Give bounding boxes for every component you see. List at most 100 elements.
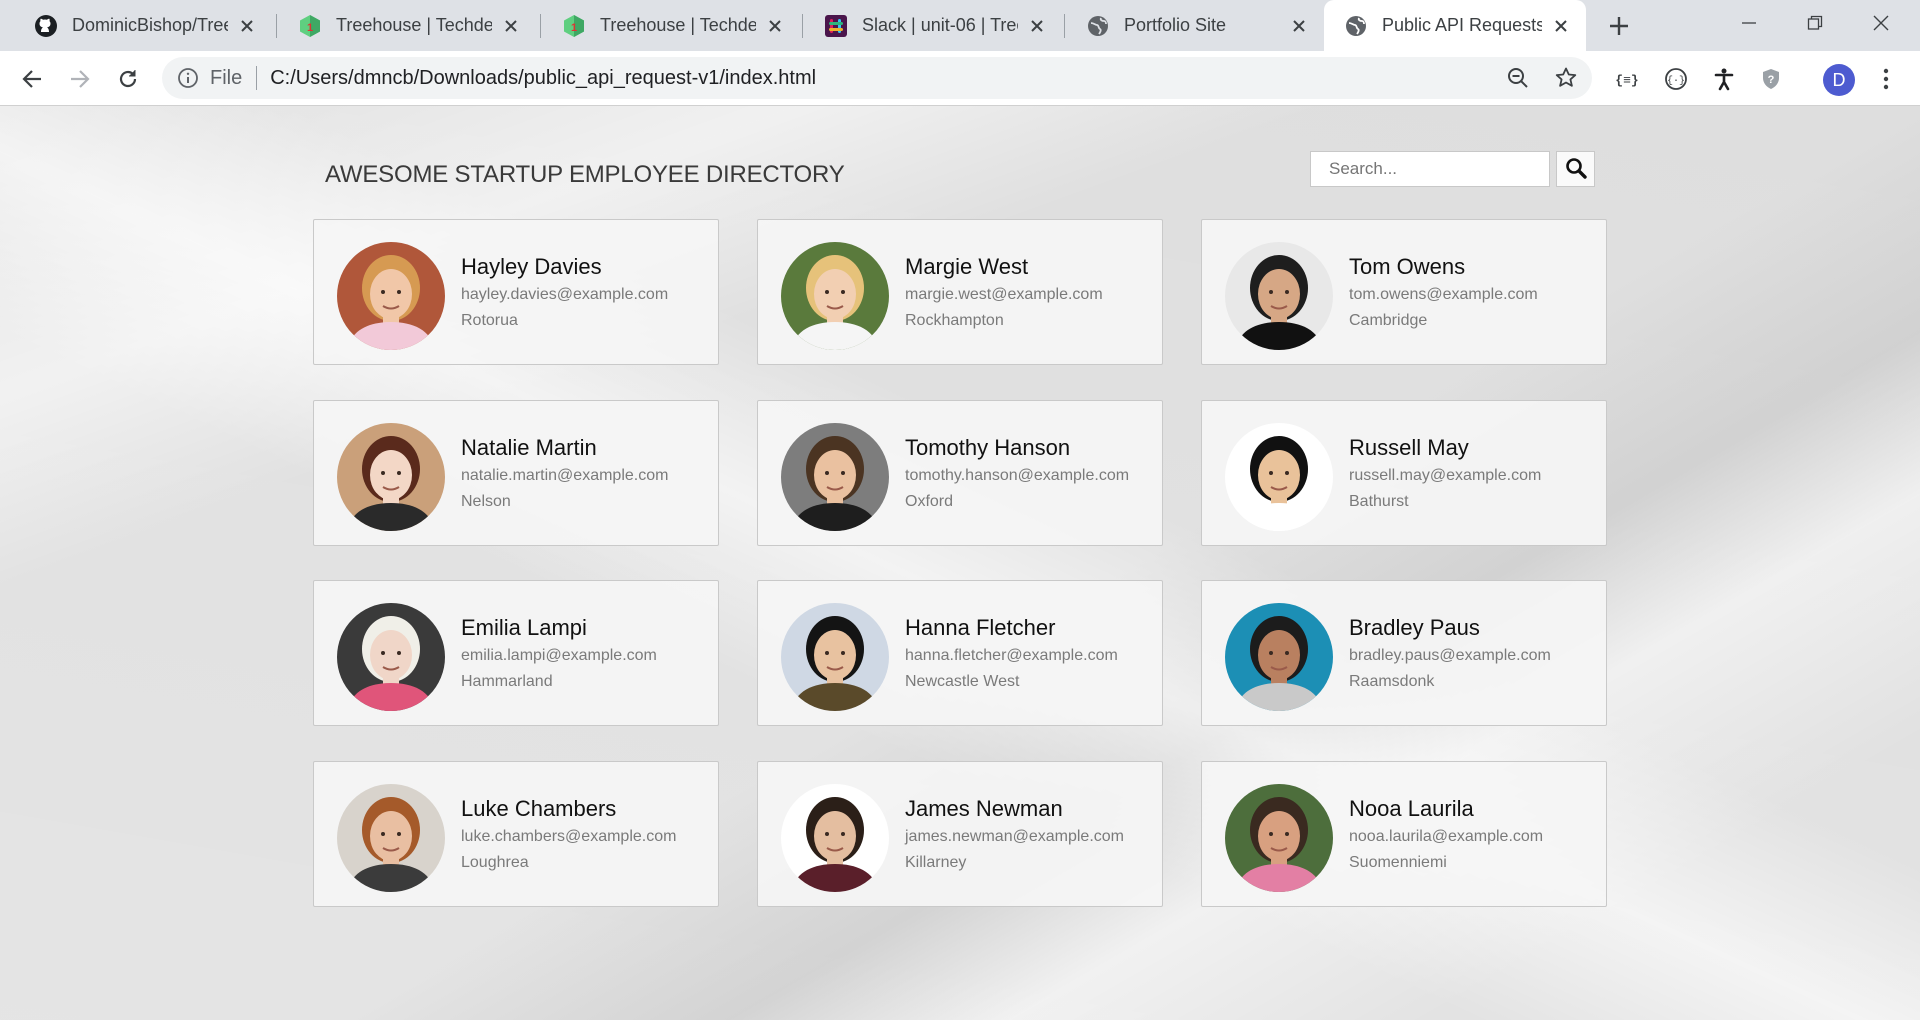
bookmark-star-icon[interactable]: [1549, 61, 1583, 95]
svg-text:?: ?: [1768, 74, 1775, 86]
devtools-extension-icon[interactable]: {·}: [1659, 62, 1693, 96]
tab-portfolio[interactable]: Portfolio Site: [1066, 0, 1324, 51]
employee-card[interactable]: Bradley Paus bradley.paus@example.com Raam…: [1201, 580, 1607, 726]
employee-name: Emilia Lampi: [461, 615, 587, 640]
employee-card[interactable]: Tom Owens tom.owens@example.com Cambridge: [1201, 219, 1607, 365]
close-window-button[interactable]: [1848, 0, 1914, 46]
zoom-out-icon[interactable]: [1501, 61, 1535, 95]
employee-email: hayley.davies@example.com: [461, 286, 669, 303]
employee-email: james.newman@example.com: [905, 828, 1124, 845]
json-viewer-extension-icon[interactable]: {≡}: [1610, 62, 1644, 96]
employee-city: Oxford: [905, 493, 954, 510]
tab-public-api[interactable]: Public API Requests: [1324, 0, 1586, 51]
employee-city: Nelson: [461, 493, 511, 510]
tab-slack[interactable]: Slack | unit-06 | Treehouse: [804, 0, 1062, 51]
tab-github[interactable]: DominicBishop/Treehouse: [14, 0, 272, 51]
github-icon: [34, 14, 58, 38]
tab-treehouse-1[interactable]: 1 Treehouse | Techdegree: [278, 0, 536, 51]
employee-name: Russell May: [1349, 435, 1469, 460]
employee-name: Hanna Fletcher: [905, 615, 1056, 640]
employee-card[interactable]: Tomothy Hanson tomothy.hanson@example.com…: [757, 400, 1163, 546]
restore-button[interactable]: [1782, 0, 1848, 46]
back-button[interactable]: [15, 62, 49, 96]
globe-icon: [1344, 14, 1368, 38]
close-tab-icon[interactable]: [236, 15, 258, 37]
employee-city: Bathurst: [1349, 493, 1409, 510]
employee-name: Tom Owens: [1349, 254, 1466, 279]
employee-city: Raamsdonk: [1349, 673, 1435, 690]
search-input[interactable]: [1310, 151, 1550, 187]
browser-toolbar: File C:/Users/dmncb/Downloads/public_api…: [0, 51, 1920, 106]
svg-text:{≡}: {≡}: [1615, 73, 1638, 88]
forward-button[interactable]: [63, 62, 97, 96]
close-tab-icon[interactable]: [764, 15, 786, 37]
tab-title: Slack | unit-06 | Treehouse: [862, 15, 1018, 35]
shield-extension-icon[interactable]: ?: [1754, 62, 1788, 96]
accessibility-extension-icon[interactable]: [1707, 62, 1741, 96]
url-text[interactable]: C:/Users/dmncb/Downloads/public_api_requ…: [270, 67, 816, 90]
employee-name: Natalie Martin: [461, 435, 597, 460]
minimize-button[interactable]: [1716, 0, 1782, 46]
employee-email: natalie.martin@example.com: [461, 467, 669, 484]
tab-title: Treehouse | Techdegree: [600, 15, 756, 35]
globe-icon: [1086, 14, 1110, 38]
employee-avatar: [781, 603, 889, 711]
employee-name: Luke Chambers: [461, 796, 617, 821]
employee-card[interactable]: Natalie Martin natalie.martin@example.com…: [313, 400, 719, 546]
employee-gallery: Hayley Davies hayley.davies@example.com Ro…: [313, 219, 1608, 1019]
employee-city: Hammarland: [461, 673, 553, 690]
employee-card[interactable]: Russell May russell.may@example.com Bathur…: [1201, 400, 1607, 546]
page-viewport: AWESOME STARTUP EMPLOYEE DIRECTORY Hayle…: [0, 106, 1920, 1020]
employee-card[interactable]: James Newman james.newman@example.com Kill…: [757, 761, 1163, 907]
employee-avatar: [781, 423, 889, 531]
close-tab-icon[interactable]: [1288, 15, 1310, 37]
svg-text:1: 1: [307, 22, 313, 34]
info-icon[interactable]: [176, 66, 200, 90]
tab-treehouse-2[interactable]: 1 Treehouse | Techdegree: [542, 0, 800, 51]
employee-name: James Newman: [905, 796, 1063, 821]
employee-avatar: [337, 423, 445, 531]
search-button[interactable]: [1556, 151, 1595, 187]
tab-title: Public API Requests: [1382, 15, 1542, 35]
employee-email: margie.west@example.com: [905, 286, 1103, 303]
menu-kebab-icon[interactable]: [1869, 62, 1903, 96]
employee-email: nooa.laurila@example.com: [1349, 828, 1544, 845]
employee-card[interactable]: Emilia Lampi emilia.lampi@example.com Hamm…: [313, 580, 719, 726]
employee-email: tom.owens@example.com: [1349, 286, 1538, 303]
employee-city: Newcastle West: [905, 673, 1020, 690]
employee-email: tomothy.hanson@example.com: [905, 467, 1130, 484]
employee-card[interactable]: Margie West margie.west@example.com Rockha…: [757, 219, 1163, 365]
close-tab-icon[interactable]: [1026, 15, 1048, 37]
employee-card[interactable]: Hanna Fletcher hanna.fletcher@example.com…: [757, 580, 1163, 726]
employee-card[interactable]: Nooa Laurila nooa.laurila@example.com Suom…: [1201, 761, 1607, 907]
employee-avatar: [1225, 242, 1333, 350]
employee-city: Cambridge: [1349, 312, 1428, 329]
employee-city: Rotorua: [461, 312, 518, 329]
new-tab-button[interactable]: [1602, 9, 1636, 43]
employee-avatar: [1225, 784, 1333, 892]
employee-email: luke.chambers@example.com: [461, 828, 677, 845]
address-bar[interactable]: File C:/Users/dmncb/Downloads/public_api…: [162, 57, 1592, 99]
employee-city: Rockhampton: [905, 312, 1004, 329]
tab-title: DominicBishop/Treehouse: [72, 15, 228, 35]
svg-text:1: 1: [571, 22, 577, 34]
close-tab-icon[interactable]: [1550, 15, 1572, 37]
employee-avatar: [337, 784, 445, 892]
employee-name: Margie West: [905, 254, 1029, 279]
address-divider: [256, 66, 258, 90]
employee-city: Killarney: [905, 854, 967, 871]
profile-avatar[interactable]: D: [1823, 64, 1855, 96]
employee-card[interactable]: Luke Chambers luke.chambers@example.com Lo…: [313, 761, 719, 907]
close-tab-icon[interactable]: [500, 15, 522, 37]
employee-name: Tomothy Hanson: [905, 435, 1071, 460]
employee-card[interactable]: Hayley Davies hayley.davies@example.com Ro…: [313, 219, 719, 365]
scheme-label: File: [210, 66, 243, 89]
employee-email: hanna.fletcher@example.com: [905, 647, 1118, 664]
employee-name: Hayley Davies: [461, 254, 602, 279]
employee-email: russell.may@example.com: [1349, 467, 1542, 484]
tab-title: Treehouse | Techdegree: [336, 15, 492, 35]
employee-city: Suomenniemi: [1349, 854, 1447, 871]
reload-button[interactable]: [111, 62, 145, 96]
svg-text:{·}: {·}: [1667, 75, 1685, 87]
employee-avatar: [781, 242, 889, 350]
